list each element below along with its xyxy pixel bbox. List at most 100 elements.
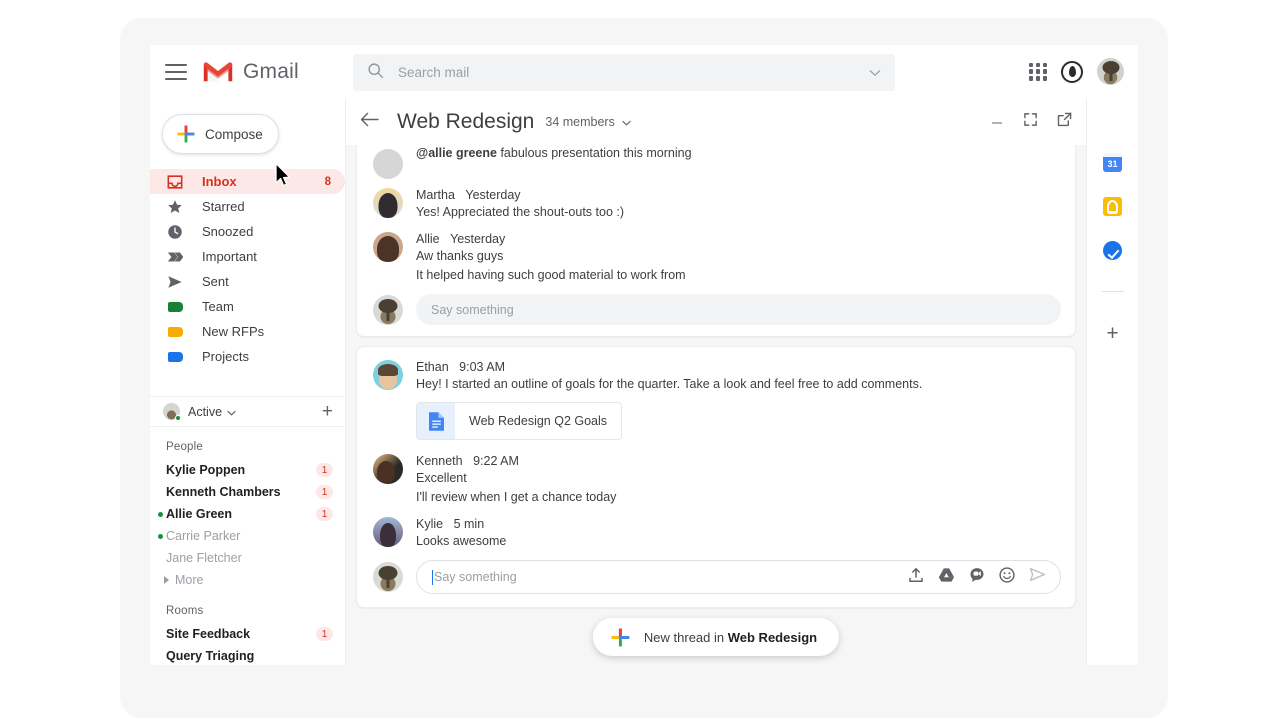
search-options-chevron-down-icon[interactable]: [869, 64, 881, 82]
google-plus-icon: [610, 627, 631, 648]
search-icon: [367, 62, 384, 84]
room-name: Query Triaging: [166, 649, 254, 663]
new-thread-button[interactable]: New thread in Web Redesign: [593, 618, 839, 656]
list-item[interactable]: Allie Green 1: [150, 503, 346, 525]
search-input[interactable]: [398, 65, 869, 80]
presence-dot-icon: [158, 512, 163, 517]
google-docs-icon: [417, 403, 455, 439]
divider: [1102, 291, 1124, 292]
message-input[interactable]: Say something: [416, 294, 1061, 325]
avatar: [373, 295, 403, 325]
label-icon: [166, 327, 184, 337]
list-item[interactable]: Site Feedback 1: [150, 623, 346, 645]
avatar: [373, 188, 403, 218]
apps-grid-icon[interactable]: [1029, 63, 1047, 81]
thread-card: Ethan 9:03 AM Hey! I started an outline …: [356, 346, 1076, 608]
sidebar-item-projects[interactable]: Projects: [150, 344, 345, 369]
new-thread-label: New thread in Web Redesign: [644, 630, 817, 645]
expand-icon[interactable]: [1023, 112, 1038, 132]
minimize-icon[interactable]: [990, 113, 1004, 131]
gmail-m-icon: [203, 60, 233, 83]
message: Martha Yesterday Yes! Appreciated the sh…: [357, 179, 1075, 223]
label-icon: [166, 302, 184, 312]
star-icon: [166, 199, 184, 215]
attachment-card[interactable]: Web Redesign Q2 Goals: [416, 402, 622, 440]
sidebar-item-snoozed[interactable]: Snoozed: [150, 219, 345, 244]
message-input[interactable]: Say something: [416, 560, 1061, 594]
sidebar-item-label: Important: [202, 249, 257, 264]
page-title: Web Redesign: [397, 110, 534, 134]
sidebar-item-inbox[interactable]: Inbox 8: [150, 169, 345, 194]
people-section-header: People: [150, 427, 346, 459]
sidebar-item-label: Projects: [202, 349, 249, 364]
message-text: Aw thanks guys: [416, 248, 1059, 265]
add-conversation-plus-icon[interactable]: +: [322, 402, 333, 421]
sidebar-item-label: Team: [202, 299, 234, 314]
hamburger-menu-icon[interactable]: [165, 64, 187, 80]
chevron-right-icon: [164, 576, 169, 584]
room-name: Site Feedback: [166, 627, 250, 641]
message-sender: Ethan: [416, 360, 449, 374]
message-text: I'll review when I get a chance today: [416, 489, 1059, 506]
list-item[interactable]: Carrie Parker: [150, 525, 346, 547]
message-text: Hey! I started an outline of goals for t…: [416, 376, 1059, 393]
thread-compose-row: Say something: [357, 552, 1075, 607]
message-sender: Martha: [416, 188, 455, 202]
sidebar: Compose Inbox 8 Starred: [150, 98, 346, 665]
list-item[interactable]: Kenneth Chambers 1: [150, 481, 346, 503]
send-icon[interactable]: [1029, 567, 1046, 587]
label-icon: [166, 352, 184, 362]
chevron-down-icon[interactable]: [622, 113, 631, 131]
pop-out-icon[interactable]: [1057, 112, 1072, 132]
chevron-down-icon[interactable]: [227, 403, 236, 421]
sidebar-item-new-rfps[interactable]: New RFPs: [150, 319, 345, 344]
sidebar-item-label: Snoozed: [202, 224, 253, 239]
user-avatar-tree[interactable]: [1097, 58, 1124, 85]
person-name: Carrie Parker: [166, 529, 240, 543]
calendar-day-number: 31: [1107, 159, 1117, 169]
presence-status-row[interactable]: Active +: [150, 396, 346, 427]
attachment-name: Web Redesign Q2 Goals: [469, 414, 607, 428]
search-bar[interactable]: [353, 54, 895, 91]
profile-status-icon[interactable]: [1061, 61, 1083, 83]
sidebar-item-starred[interactable]: Starred: [150, 194, 345, 219]
mention-text: @allie greene: [416, 146, 497, 160]
inbox-icon: [166, 174, 184, 190]
compose-label: Compose: [205, 127, 263, 142]
sidebar-item-label: Inbox: [202, 174, 237, 189]
message-sender: Allie: [416, 232, 440, 246]
message-input-placeholder: Say something: [431, 303, 514, 317]
message-time: Yesterday: [465, 188, 520, 202]
google-keep-icon[interactable]: [1103, 197, 1122, 216]
add-addon-plus-icon[interactable]: +: [1106, 323, 1118, 344]
list-item[interactable]: Kylie Poppen 1: [150, 459, 346, 481]
message: Kenneth 9:22 AM Excellent I'll review wh…: [357, 445, 1075, 508]
google-tasks-icon[interactable]: [1103, 241, 1122, 260]
brand-label: Gmail: [243, 60, 299, 84]
sidebar-item-team[interactable]: Team: [150, 294, 345, 319]
presence-dot-icon: [158, 534, 163, 539]
back-arrow-icon[interactable]: [360, 112, 379, 131]
compose-button[interactable]: Compose: [162, 114, 279, 154]
emoji-icon[interactable]: [999, 567, 1015, 588]
status-badge: 1: [316, 463, 333, 477]
avatar: [373, 562, 403, 592]
new-thread-prefix: New thread in: [644, 630, 728, 645]
google-drive-icon[interactable]: [938, 567, 955, 588]
sidebar-item-label: Sent: [202, 274, 229, 289]
member-count-label: 34 members: [545, 115, 614, 129]
clock-icon: [166, 224, 184, 240]
sidebar-item-label: New RFPs: [202, 324, 264, 339]
show-more-people-button[interactable]: More: [150, 569, 346, 591]
upload-icon[interactable]: [908, 567, 924, 588]
presence-status-label: Active: [188, 405, 222, 419]
video-call-icon[interactable]: [969, 567, 985, 588]
sidebar-item-sent[interactable]: Sent: [150, 269, 345, 294]
status-badge: 1: [316, 507, 333, 521]
presence-dot-icon: [175, 415, 181, 421]
google-calendar-icon[interactable]: 31: [1103, 153, 1122, 172]
message-time: 9:22 AM: [473, 454, 519, 468]
list-item[interactable]: Query Triaging: [150, 645, 346, 665]
sidebar-item-important[interactable]: Important: [150, 244, 345, 269]
list-item[interactable]: Jane Fletcher: [150, 547, 346, 569]
